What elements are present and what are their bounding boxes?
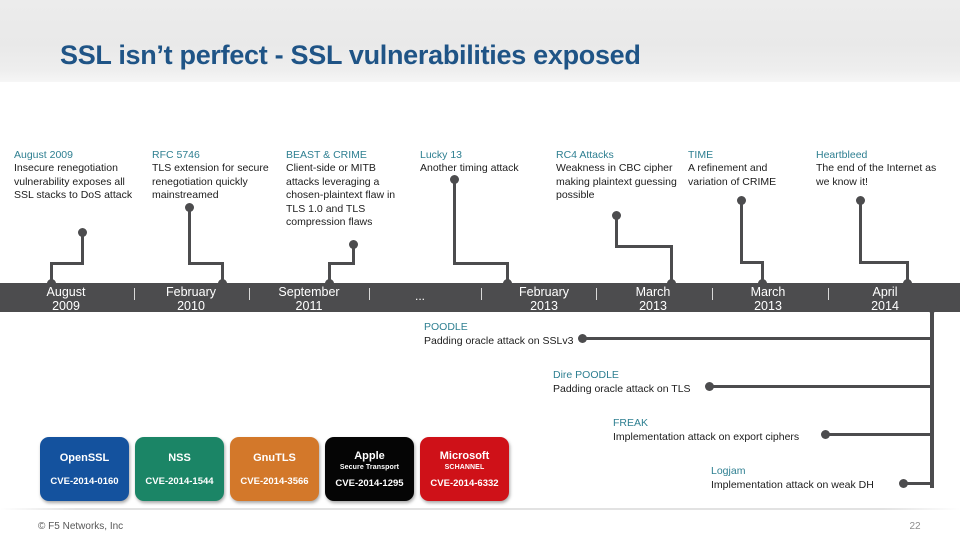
lower-attack-leader	[712, 385, 932, 388]
page-title: SSL isn’t perfect - SSL vulnerabilities …	[60, 40, 641, 70]
lower-attack-title: POODLE	[424, 321, 468, 333]
timeline-tick	[828, 288, 829, 300]
event-description: Weakness in CBC cipher making plaintext …	[556, 162, 677, 201]
vendor-name: NSS	[168, 451, 191, 464]
lower-attack-leader	[585, 337, 932, 340]
timeline-mark-5: March 2013	[598, 283, 708, 313]
event-title: Heartbleed	[816, 149, 868, 161]
lower-attack-freak: FREAK Implementation attack on export ci…	[613, 416, 799, 444]
timeline-tick	[596, 288, 597, 300]
lower-attack-poodle: POODLE Padding oracle attack on SSLv3	[424, 320, 573, 348]
event-block-3: BEAST & CRIME Client-side or MITB attack…	[286, 148, 412, 230]
vendor-cve: CVE-2014-0160	[50, 475, 119, 487]
vendor-name: OpenSSL	[59, 451, 110, 464]
event-title: TIME	[688, 149, 714, 161]
event-block-7: Heartbleed The end of the Internet as we…	[816, 148, 948, 189]
timeline-month: February	[518, 285, 570, 299]
vendor-box-openssl[interactable]: OpenSSL CVE-2014-0160	[40, 437, 129, 501]
lower-attack-description: Padding oracle attack on SSLv3	[424, 335, 574, 347]
timeline-mark-6: March 2013	[713, 283, 823, 313]
timeline-mark-2: February 2010	[136, 283, 246, 313]
timeline-month: March	[635, 285, 671, 299]
event-description: A refinement and variation of CRIME	[688, 162, 777, 188]
lower-attack-title: FREAK	[613, 417, 649, 429]
lower-attack-description: Implementation attack on weak DH	[711, 479, 874, 491]
timeline-year: 2013	[530, 299, 558, 313]
page-number: 22	[909, 521, 921, 532]
timeline-year: 2009	[52, 299, 80, 313]
lower-attack-title: Dire POODLE	[553, 369, 619, 381]
footer-divider	[0, 508, 960, 510]
vendor-name: Apple	[354, 449, 385, 462]
event-title: RC4 Attacks	[556, 149, 614, 161]
vendor-box-apple[interactable]: Apple Secure Transport CVE-2014-1295	[325, 437, 414, 501]
vendor-box-row: OpenSSL CVE-2014-0160 NSS CVE-2014-1544 …	[40, 437, 509, 501]
lower-attack-description: Padding oracle attack on TLS	[553, 383, 691, 395]
vendor-box-nss[interactable]: NSS CVE-2014-1544	[135, 437, 224, 501]
vendor-cve: CVE-2014-1295	[335, 477, 404, 489]
vendor-box-microsoft[interactable]: Microsoft SCHANNEL CVE-2014-6332	[420, 437, 509, 501]
event-block-5: RC4 Attacks Weakness in CBC cipher makin…	[556, 148, 688, 203]
timeline-mark-3: September 2011	[254, 283, 364, 313]
timeline-month: March	[750, 285, 786, 299]
vendor-name: GnuTLS	[253, 451, 296, 464]
timeline-mark-4: February 2013	[489, 283, 599, 313]
lower-attack-leader	[906, 482, 934, 485]
timeline-month: February	[165, 285, 217, 299]
event-title: Lucky 13	[420, 149, 463, 161]
vendor-box-gnutls[interactable]: GnuTLS CVE-2014-3566	[230, 437, 319, 501]
timeline-mark-7: April 2014	[830, 283, 940, 313]
event-block-2: RFC 5746 TLS extension for secure renego…	[152, 148, 280, 203]
event-block-6: TIME A refinement and variation of CRIME	[688, 148, 806, 189]
event-title: BEAST & CRIME	[286, 149, 367, 161]
event-description: The end of the Internet as we know it!	[816, 162, 937, 188]
lower-attack-leader	[828, 433, 932, 436]
timeline-month: September	[278, 285, 340, 299]
timeline-year: 2011	[295, 299, 323, 313]
timeline-spine	[930, 306, 934, 488]
event-description: Client-side or MITB attacks leveraging a…	[286, 162, 396, 228]
vendor-subtitle: Secure Transport	[339, 463, 400, 471]
lower-attack-logjam: Logjam Implementation attack on weak DH	[711, 464, 874, 492]
vendor-name: Microsoft	[439, 449, 490, 462]
timeline-year: 2014	[871, 299, 899, 313]
timeline-ellipsis: ...	[414, 289, 425, 303]
timeline-tick	[481, 288, 482, 300]
timeline-tick	[249, 288, 250, 300]
lower-attack-dire-poodle: Dire POODLE Padding oracle attack on TLS	[553, 368, 691, 396]
event-block-4: Lucky 13 Another timing attack	[420, 148, 552, 176]
lower-attack-description: Implementation attack on export ciphers	[613, 431, 800, 443]
vendor-subtitle: SCHANNEL	[444, 463, 485, 471]
event-description: Another timing attack	[420, 162, 519, 174]
vendor-cve: CVE-2014-6332	[430, 477, 499, 489]
vendor-cve: CVE-2014-1544	[145, 475, 214, 487]
lower-attack-title: Logjam	[711, 465, 746, 477]
copyright-text: © F5 Networks, Inc	[38, 521, 124, 532]
event-title: RFC 5746	[152, 149, 200, 161]
timeline-tick	[369, 288, 370, 300]
timeline-year: 2013	[754, 299, 782, 313]
vendor-cve: CVE-2014-3566	[240, 475, 309, 487]
timeline-year: 2013	[639, 299, 667, 313]
timeline-tick	[134, 288, 135, 300]
timeline-month: April	[872, 285, 898, 299]
event-description: Insecure renegotiation vulnerability exp…	[14, 162, 133, 201]
timeline-month: August	[46, 285, 86, 299]
timeline-mark-1: August 2009	[11, 283, 121, 313]
event-block-1: August 2009 Insecure renegotiation vulne…	[14, 148, 144, 203]
event-description: TLS extension for secure renegotiation q…	[152, 162, 269, 201]
event-title: August 2009	[14, 149, 73, 161]
timeline-year: 2010	[177, 299, 205, 313]
